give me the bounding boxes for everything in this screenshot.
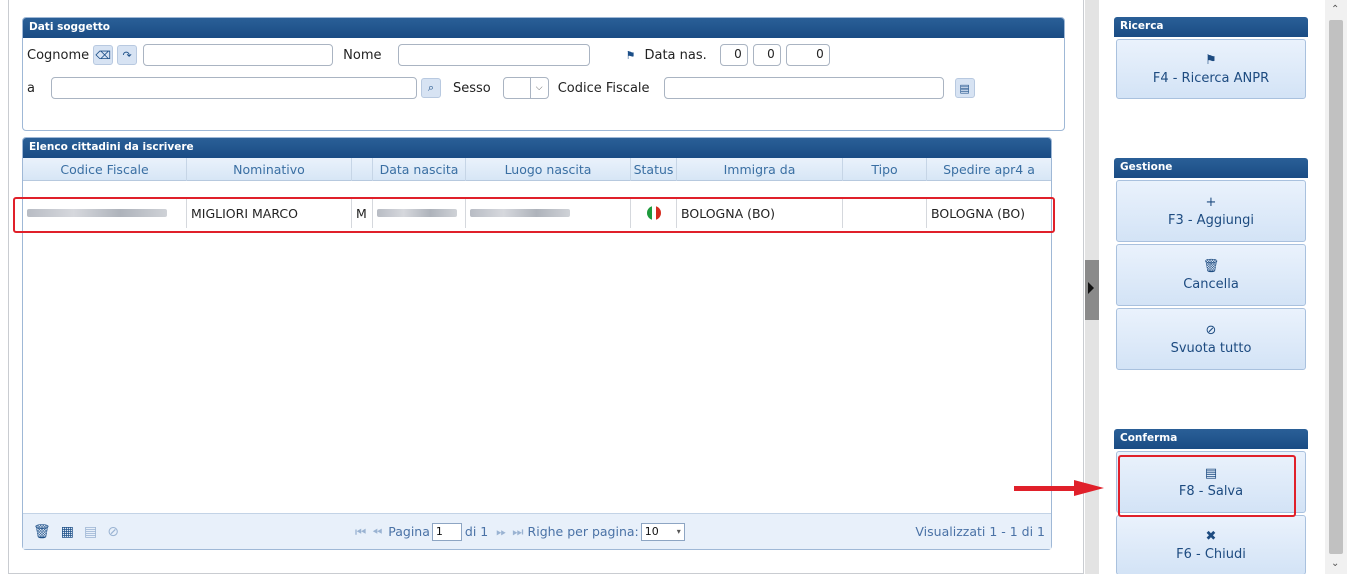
- trash-icon[interactable]: 🗑︎: [33, 524, 51, 540]
- data-nas-month[interactable]: 0: [752, 44, 781, 66]
- plus-icon: +: [1205, 194, 1217, 210]
- page-input[interactable]: 1: [431, 522, 462, 541]
- last-page-icon[interactable]: ⏭︎: [512, 524, 523, 540]
- chevron-down-icon: ⌵: [529, 78, 548, 98]
- righe-label: Righe per pagina:: [527, 524, 639, 539]
- cognome-row: Cognome ⌫ ↷ Nome ⚑ Data nas. 0 0 0: [27, 44, 830, 66]
- chevron-down-icon: ▾: [676, 527, 681, 536]
- scroll-down-icon[interactable]: ⌄: [1331, 558, 1339, 569]
- conferma-title: Conferma: [1114, 429, 1308, 449]
- cancel-icon[interactable]: ⊘: [107, 524, 119, 540]
- next-page-icon[interactable]: ⏩︎: [496, 524, 506, 540]
- ricerca-anpr-button[interactable]: ⚑ F4 - Ricerca ANPR: [1116, 39, 1306, 99]
- collapse-arrow-icon: [1088, 282, 1094, 294]
- ricerca-anpr-label: F4 - Ricerca ANPR: [1152, 70, 1270, 86]
- cancella-label: Cancella: [1183, 276, 1239, 292]
- sesso-label: Sesso: [452, 80, 491, 96]
- gestione-panel: Gestione + F3 - Aggiungi 🗑︎ Cancella ⊘ S…: [1114, 158, 1308, 370]
- close-circle-icon: ✖: [1205, 528, 1217, 544]
- ban-icon: ⊘: [1205, 322, 1217, 338]
- col-sesso[interactable]: [352, 158, 373, 181]
- row-highlight-frame: [13, 197, 1055, 233]
- chiudi-button[interactable]: ✖ F6 - Chiudi: [1116, 515, 1306, 574]
- col-luogo-nascita[interactable]: Luogo nascita: [466, 158, 631, 181]
- gestione-title: Gestione: [1114, 158, 1308, 178]
- pagina-label: Pagina: [388, 524, 430, 539]
- data-nas-day[interactable]: 0: [719, 44, 748, 66]
- aggiungi-button[interactable]: + F3 - Aggiungi: [1116, 180, 1306, 242]
- col-data-nascita[interactable]: Data nascita: [373, 158, 466, 181]
- cognome-input[interactable]: [143, 44, 334, 66]
- data-nas-year[interactable]: 0: [785, 44, 830, 66]
- col-spedire[interactable]: Spedire apr4 a: [927, 158, 1051, 181]
- save-icon[interactable]: ▤: [84, 524, 97, 540]
- scroll-up-icon[interactable]: ⌃: [1331, 4, 1339, 15]
- dati-soggetto-title: Dati soggetto: [23, 18, 1064, 38]
- sesso-select[interactable]: ⌵: [502, 77, 549, 99]
- salva-highlight-frame: [1118, 455, 1296, 517]
- redo-icon[interactable]: ↷: [117, 45, 138, 65]
- grid-header: Codice Fiscale Nominativo Data nascita L…: [23, 158, 1051, 181]
- scrollbar-thumb[interactable]: [1329, 20, 1343, 554]
- col-nominativo[interactable]: Nominativo: [187, 158, 352, 181]
- svuota-button[interactable]: ⊘ Svuota tutto: [1116, 308, 1306, 370]
- search-icon[interactable]: ⌕: [420, 78, 441, 98]
- eraser-icon[interactable]: ⌫: [93, 45, 114, 65]
- chiudi-label: F6 - Chiudi: [1176, 546, 1246, 562]
- codice-fiscale-label: Codice Fiscale: [557, 80, 650, 96]
- prev-page-icon[interactable]: ⏪︎: [372, 524, 382, 540]
- luogo-input[interactable]: [50, 77, 417, 99]
- elenco-title: Elenco cittadini da iscrivere: [23, 138, 1051, 158]
- pager: 🗑︎ ▦ ▤ ⊘ ⏮︎ ⏪︎ Pagina 1 di 1 ⏩︎ ⏭︎ Righe…: [23, 513, 1051, 549]
- flag-icon[interactable]: ⚑: [620, 45, 640, 65]
- righe-value: 10: [644, 525, 659, 538]
- flag-icon: ⚑: [1205, 52, 1217, 68]
- red-arrow-icon: [1014, 480, 1104, 496]
- cancella-button[interactable]: 🗑︎ Cancella: [1116, 244, 1306, 306]
- codice-fiscale-input[interactable]: [663, 77, 944, 99]
- ricerca-panel: Ricerca ⚑ F4 - Ricerca ANPR: [1114, 17, 1308, 99]
- col-immigra-da[interactable]: Immigra da: [677, 158, 843, 181]
- cognome-label: Cognome: [27, 47, 90, 63]
- nome-input[interactable]: [398, 44, 591, 66]
- di-label: di 1: [464, 524, 489, 539]
- col-codice-fiscale[interactable]: Codice Fiscale: [23, 158, 187, 181]
- col-status[interactable]: Status: [631, 158, 677, 181]
- trash-icon: 🗑︎: [1202, 258, 1220, 274]
- dati-soggetto-panel: Dati soggetto Cognome ⌫ ↷ Nome ⚑ Data na…: [22, 17, 1065, 131]
- vertical-scrollbar[interactable]: ⌃ ⌄: [1325, 0, 1347, 574]
- visualizzati-label: Visualizzati 1 - 1 di 1: [915, 524, 1045, 539]
- col-tipo[interactable]: Tipo: [843, 158, 927, 181]
- righe-select[interactable]: 10 ▾: [640, 522, 685, 541]
- splitter-grip[interactable]: [1085, 260, 1099, 320]
- aggiungi-label: F3 - Aggiungi: [1167, 212, 1255, 228]
- a-label: a: [27, 80, 35, 96]
- nome-label: Nome: [343, 47, 382, 63]
- export-icon[interactable]: ▦: [61, 524, 74, 540]
- luogo-row: a ⌕ Sesso ⌵ Codice Fiscale ▤: [27, 77, 975, 99]
- ricerca-title: Ricerca: [1114, 17, 1308, 37]
- id-card-icon[interactable]: ▤: [954, 78, 975, 98]
- svuota-label: Svuota tutto: [1170, 340, 1252, 356]
- data-nas-label: Data nas.: [644, 47, 707, 63]
- first-page-icon[interactable]: ⏮︎: [355, 524, 366, 540]
